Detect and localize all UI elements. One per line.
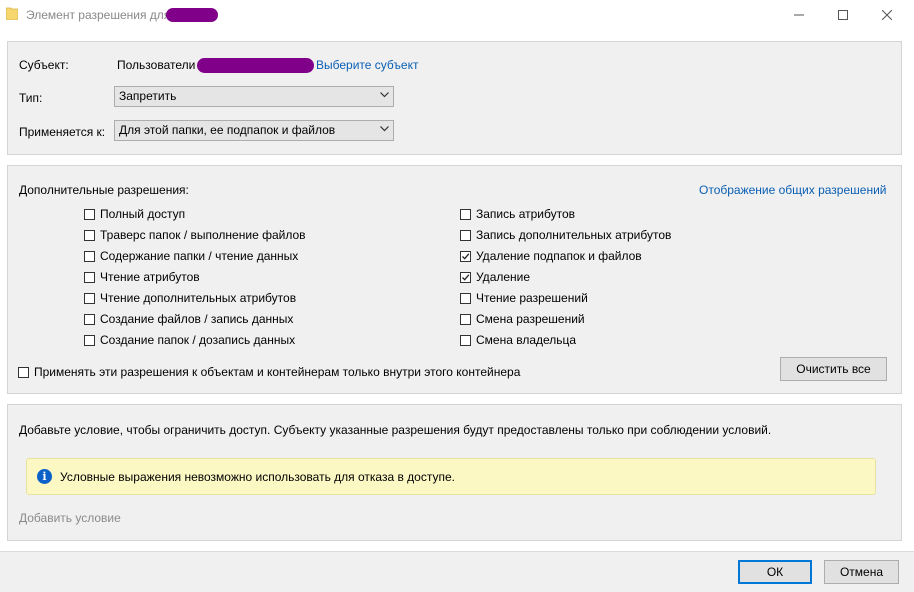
- permission-checkbox[interactable]: Создание файлов / запись данных: [84, 312, 293, 326]
- permission-checkbox[interactable]: Чтение разрешений: [460, 291, 588, 305]
- permission-checkbox[interactable]: Создание папок / дозапись данных: [84, 333, 295, 347]
- add-condition-link[interactable]: Добавить условие: [19, 511, 121, 525]
- type-select[interactable]: Запретить: [114, 86, 394, 107]
- maximize-button[interactable]: [820, 0, 866, 30]
- ok-button[interactable]: ОК: [738, 560, 812, 584]
- chevron-down-icon: [380, 126, 389, 132]
- select-principal-link[interactable]: Выберите субъект: [316, 58, 418, 72]
- permission-checkbox[interactable]: Смена разрешений: [460, 312, 585, 326]
- info-text: Условные выражения невозможно использова…: [60, 470, 455, 484]
- permissions-header: Дополнительные разрешения:: [19, 183, 189, 197]
- applies-to-label: Применяется к:: [19, 125, 106, 139]
- clear-all-button[interactable]: Очистить все: [780, 357, 887, 381]
- checkbox-unchecked[interactable]: [460, 229, 471, 241]
- permission-label: Полный доступ: [100, 207, 186, 221]
- condition-description: Добавьте условие, чтобы ограничить досту…: [19, 423, 772, 437]
- applies-to-select-value: Для этой папки, ее подпапок и файлов: [119, 123, 336, 137]
- permission-label: Запись атрибутов: [476, 207, 576, 221]
- maximize-icon: [838, 10, 848, 20]
- permission-checkbox[interactable]: Удаление: [460, 270, 530, 284]
- checkbox-checked[interactable]: [460, 250, 471, 262]
- permission-label: Чтение дополнительных атрибутов: [100, 291, 297, 305]
- redacted-principal: [197, 58, 314, 73]
- cancel-button-label: Отмена: [839, 565, 884, 579]
- permission-checkbox[interactable]: Полный доступ: [84, 207, 185, 221]
- checkbox-unchecked[interactable]: [84, 250, 95, 262]
- folder-icon: [6, 7, 18, 20]
- permission-label: Запись дополнительных атрибутов: [476, 228, 672, 242]
- permission-label: Траверс папок / выполнение файлов: [100, 228, 306, 242]
- info-icon: i: [37, 469, 52, 484]
- apply-inside-container-checkbox[interactable]: Применять эти разрешения к объектам и ко…: [18, 365, 520, 379]
- permission-checkbox[interactable]: Содержание папки / чтение данных: [84, 249, 298, 263]
- checkbox-unchecked[interactable]: [84, 313, 95, 325]
- checkbox-checked[interactable]: [460, 271, 471, 283]
- permission-label: Удаление: [476, 270, 531, 284]
- checkmark-icon: [462, 273, 470, 281]
- permission-label: Смена разрешений: [476, 312, 585, 326]
- permission-checkbox[interactable]: Запись дополнительных атрибутов: [460, 228, 671, 242]
- checkbox-unchecked[interactable]: [84, 208, 95, 220]
- apply-inside-container-label: Применять эти разрешения к объектам и ко…: [34, 365, 521, 379]
- checkmark-icon: [462, 252, 470, 260]
- type-label: Тип:: [19, 91, 43, 105]
- checkbox-box[interactable]: [18, 366, 29, 378]
- info-banner: i Условные выражения невозможно использо…: [26, 458, 876, 495]
- title-bar: Элемент разрешения для: [0, 0, 914, 30]
- applies-to-select[interactable]: Для этой папки, ее подпапок и файлов: [114, 120, 394, 141]
- principal-value: Пользователи: [117, 58, 196, 72]
- checkbox-unchecked[interactable]: [84, 229, 95, 241]
- checkbox-unchecked[interactable]: [460, 334, 471, 346]
- cancel-button[interactable]: Отмена: [824, 560, 899, 584]
- checkbox-unchecked[interactable]: [460, 292, 471, 304]
- minimize-icon: [794, 14, 804, 16]
- close-button[interactable]: [864, 0, 910, 30]
- permission-label: Содержание папки / чтение данных: [100, 249, 299, 263]
- checkbox-unchecked[interactable]: [84, 334, 95, 346]
- ok-button-label: ОК: [766, 565, 784, 579]
- permission-checkbox[interactable]: Чтение атрибутов: [84, 270, 200, 284]
- permission-label: Чтение разрешений: [476, 291, 588, 305]
- checkbox-unchecked[interactable]: [84, 292, 95, 304]
- chevron-down-icon: [380, 92, 389, 98]
- permission-checkbox[interactable]: Удаление подпапок и файлов: [460, 249, 642, 263]
- checkbox-unchecked[interactable]: [84, 271, 95, 283]
- type-select-value: Запретить: [119, 89, 177, 103]
- permission-checkbox[interactable]: Чтение дополнительных атрибутов: [84, 291, 296, 305]
- minimize-button[interactable]: [776, 0, 822, 30]
- permission-checkbox[interactable]: Траверс папок / выполнение файлов: [84, 228, 306, 242]
- principal-label: Субъект:: [19, 58, 69, 72]
- permission-label: Создание папок / дозапись данных: [100, 333, 296, 347]
- permission-label: Чтение атрибутов: [100, 270, 200, 284]
- permission-checkbox[interactable]: Смена владельца: [460, 333, 576, 347]
- permission-label: Смена владельца: [476, 333, 577, 347]
- checkbox-unchecked[interactable]: [460, 208, 471, 220]
- permission-label: Создание файлов / запись данных: [100, 312, 294, 326]
- permission-checkbox[interactable]: Запись атрибутов: [460, 207, 575, 221]
- show-basic-permissions-link[interactable]: Отображение общих разрешений: [699, 183, 886, 197]
- close-icon: [882, 10, 892, 20]
- clear-all-button-label: Очистить все: [796, 362, 871, 376]
- redacted-object-name: [166, 8, 218, 22]
- checkbox-unchecked[interactable]: [460, 313, 471, 325]
- window-title: Элемент разрешения для: [26, 8, 171, 22]
- permission-label: Удаление подпапок и файлов: [476, 249, 642, 263]
